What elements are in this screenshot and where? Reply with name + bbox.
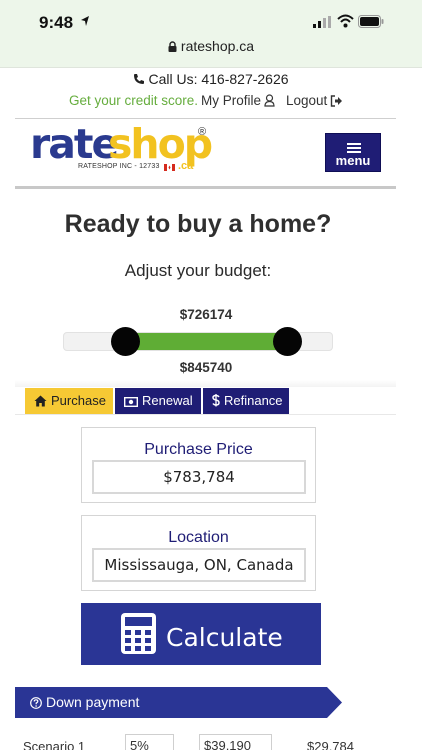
calculate-button[interactable]: Calculate: [81, 603, 321, 665]
logout-link[interactable]: Logout: [286, 93, 343, 108]
logo-registered-mark: ®: [198, 126, 207, 138]
purchase-price-card: Purchase Price $783,784: [81, 427, 316, 503]
location-card: Location Mississauga, ON, Canada: [81, 515, 316, 591]
budget-subtitle: Adjust your budget:: [124, 261, 272, 280]
location-input[interactable]: Mississauga, ON, Canada: [92, 548, 306, 582]
calculator-icon: [121, 613, 156, 654]
credit-score-link[interactable]: Get your credit score.: [69, 93, 198, 108]
down-payment-title: Down payment: [30, 694, 139, 710]
location-label: Location: [168, 529, 229, 546]
question-circle-icon: [30, 697, 42, 709]
down-payment-header[interactable]: Down payment: [15, 687, 342, 718]
logo-domain: .ca: [178, 160, 194, 172]
user-icon: [264, 94, 275, 107]
location-arrow-icon: [81, 16, 89, 26]
budget-slider-range: [126, 333, 289, 350]
home-icon: [34, 395, 47, 407]
logo-subtitle: RATESHOP INC - 12733: [78, 163, 160, 170]
purchase-price-label: Purchase Price: [144, 441, 253, 458]
sign-out-icon: [331, 95, 343, 107]
budget-max-value: $845740: [179, 360, 233, 375]
budget-slider-min-handle[interactable]: [110, 327, 140, 356]
url-bar[interactable]: rateshop.ca: [0, 38, 422, 54]
cellular-signal-icon: [313, 16, 331, 28]
purchase-price-input[interactable]: $783,784: [92, 460, 306, 494]
page-title: Ready to buy a home?: [64, 210, 332, 238]
down-payment-label: Down payment: [46, 694, 140, 710]
call-us-text: Call Us: 416-827-2626: [148, 71, 289, 87]
lock-icon: [168, 41, 177, 52]
wifi-icon: [337, 14, 354, 28]
tab-refinance[interactable]: Refinance: [203, 388, 289, 414]
phone-icon: [134, 74, 145, 84]
scenario-percent-input[interactable]: 5%: [125, 734, 174, 750]
canada-flag-icon: [164, 164, 175, 171]
logo-word-rate: rate: [30, 120, 119, 168]
tabs-divider: [15, 414, 396, 415]
budget-min-value: $726174: [179, 307, 233, 322]
my-profile-label: My Profile: [201, 93, 262, 108]
menu-label: menu: [335, 153, 371, 168]
header-divider: [15, 186, 396, 189]
menu-button[interactable]: menu: [325, 133, 381, 172]
tab-purchase[interactable]: Purchase: [25, 388, 113, 414]
money-icon: [124, 397, 138, 407]
calculate-label: Calculate: [166, 623, 283, 652]
top-links: Get your credit score. My Profile Logout: [0, 93, 422, 111]
scenario-amount-input[interactable]: $39,190: [199, 734, 272, 750]
my-profile-link[interactable]: My Profile: [201, 93, 275, 108]
browser-status-bar: 9:48 rateshop.ca: [0, 0, 422, 68]
logout-label: Logout: [286, 93, 328, 108]
battery-icon: [358, 15, 384, 28]
slider-section-bottom: [15, 380, 396, 387]
rateshop-logo[interactable]: rate shop ® RATESHOP INC - 12733 .ca: [30, 120, 213, 176]
dollar-icon: [212, 394, 220, 407]
tab-renewal-label: Renewal: [142, 393, 193, 408]
tab-purchase-label: Purchase: [51, 393, 106, 408]
divider: [15, 118, 396, 119]
logo-word-shop: shop: [108, 120, 213, 168]
tab-renewal[interactable]: Renewal: [115, 388, 201, 414]
call-us-line[interactable]: Call Us: 416-827-2626: [0, 71, 422, 87]
url-text: rateshop.ca: [180, 38, 255, 54]
tab-refinance-label: Refinance: [224, 393, 283, 408]
clock: 9:48: [39, 13, 74, 32]
budget-slider-max-handle[interactable]: [272, 327, 302, 356]
scenario-value: $29,784: [307, 739, 354, 750]
scenario-label: Scenario 1: [23, 739, 86, 750]
